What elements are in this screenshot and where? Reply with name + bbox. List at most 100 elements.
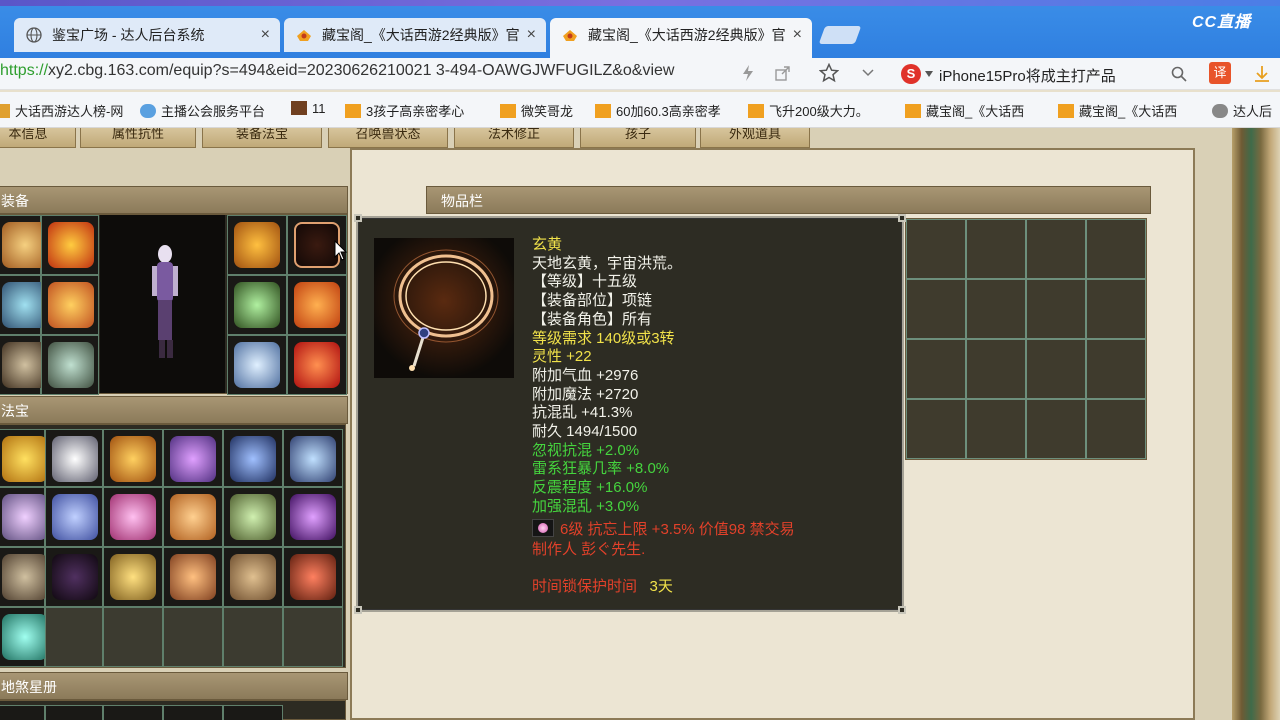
translate-button[interactable]: 译 <box>1209 62 1231 84</box>
fabao-slot[interactable] <box>103 547 163 607</box>
fabao-slot[interactable] <box>223 547 283 607</box>
bag-slot[interactable] <box>1086 279 1146 339</box>
star-slot[interactable] <box>163 705 223 720</box>
fabao-slot[interactable] <box>0 487 48 547</box>
item-name: 玄黄 <box>532 236 563 253</box>
bookmark-item[interactable]: 3孩子高亲密孝心 <box>345 101 464 120</box>
search-box[interactable]: S iPhone15Pro将成主打产品 <box>895 60 1195 88</box>
equip-slot-weapon[interactable] <box>0 275 48 335</box>
fabao-slot-empty[interactable] <box>103 607 163 667</box>
bookmark-item[interactable]: 达人后 <box>1212 101 1272 120</box>
bookmark-item[interactable]: 大话西游达人榜-网 <box>0 101 123 120</box>
fabao-slot-empty[interactable] <box>163 607 223 667</box>
equip-slot-crown[interactable] <box>41 215 99 275</box>
scroll-icon <box>52 494 98 540</box>
fabao-slot[interactable] <box>45 547 103 607</box>
bag-slot[interactable] <box>1026 279 1086 339</box>
bookmark-item[interactable]: 主播公会服务平台 <box>140 101 265 120</box>
bag-slot[interactable] <box>1026 399 1086 459</box>
bag-slot[interactable] <box>1026 219 1086 279</box>
fabao-slot[interactable] <box>103 487 163 547</box>
search-engine-logo-icon[interactable]: S <box>901 64 921 84</box>
star-slot[interactable] <box>0 705 45 720</box>
fabao-slot[interactable] <box>163 487 223 547</box>
tab-basic-info[interactable]: 本信息 <box>0 128 76 148</box>
tab-summon-status[interactable]: 召唤兽状态 <box>328 128 448 148</box>
bag-slot[interactable] <box>966 219 1026 279</box>
equip-slot-hat[interactable] <box>0 215 48 275</box>
tab-close-icon[interactable]: × <box>261 18 270 52</box>
equip-slot-mask[interactable] <box>227 215 287 275</box>
fabao-slot[interactable] <box>223 429 283 487</box>
bag-slot[interactable] <box>966 339 1026 399</box>
cloud-icon <box>234 342 280 388</box>
bag-slot[interactable] <box>966 279 1026 339</box>
download-icon[interactable] <box>1253 65 1271 83</box>
fabao-slot[interactable] <box>45 487 103 547</box>
fabao-slot[interactable] <box>103 429 163 487</box>
bag-slot[interactable] <box>1026 339 1086 399</box>
bag-slot[interactable] <box>906 339 966 399</box>
fabao-slot[interactable] <box>0 547 48 607</box>
fabao-slot[interactable] <box>163 429 223 487</box>
equip-slot-armor[interactable] <box>41 275 99 335</box>
gem-text: 6级 抗忘上限 +3.5% 价值98 禁交易 <box>560 520 795 538</box>
bag-slot[interactable] <box>1086 219 1146 279</box>
bag-slot[interactable] <box>906 399 966 459</box>
new-tab-button[interactable] <box>818 26 862 44</box>
fabao-slot[interactable] <box>283 547 343 607</box>
bookmark-item[interactable]: 藏宝阁_《大话西 <box>905 101 1024 120</box>
fabao-slot-empty[interactable] <box>45 607 103 667</box>
star-slot[interactable] <box>45 705 103 720</box>
equip-slot-medal[interactable] <box>287 335 347 395</box>
tab-close-icon[interactable]: × <box>527 18 536 52</box>
fabao-slot[interactable] <box>0 607 48 667</box>
bag-slot[interactable] <box>966 399 1026 459</box>
tab-equipment[interactable]: 装备法宝 <box>202 128 322 148</box>
equip-slot-bracelet[interactable] <box>227 275 287 335</box>
equip-slot-cloud[interactable] <box>227 335 287 395</box>
fabao-slot-empty[interactable] <box>223 607 283 667</box>
bookmark-item[interactable]: 藏宝阁_《大话西 <box>1058 101 1177 120</box>
bookmark-item[interactable]: 微笑哥龙 <box>500 101 573 120</box>
star-slot[interactable] <box>103 705 163 720</box>
bookmark-item[interactable]: 飞升200级大力。 <box>748 101 869 120</box>
fabao-slot[interactable] <box>45 429 103 487</box>
fabao-slot[interactable] <box>0 429 48 487</box>
game-icon <box>291 101 307 115</box>
equip-slot-ring[interactable] <box>0 335 48 395</box>
tab-attributes[interactable]: 属性抗性 <box>80 128 196 148</box>
item-description: 天地玄黄，宇宙洪荒。 <box>532 254 683 272</box>
fabao-slot[interactable] <box>223 487 283 547</box>
fabao-slot[interactable] <box>163 547 223 607</box>
fabao-slot[interactable] <box>283 487 343 547</box>
tab-spell-correction[interactable]: 法术修正 <box>454 128 574 148</box>
tab-cbg-1[interactable]: 藏宝阁_《大话西游2经典版》官 × <box>284 18 546 52</box>
bracelet-icon <box>234 282 280 328</box>
bookmark-item[interactable]: 60加60.3高亲密孝 <box>595 101 721 120</box>
bag-slot[interactable] <box>906 279 966 339</box>
tab-appearance[interactable]: 外观道具 <box>700 128 810 148</box>
cbg-logo-icon <box>297 30 311 41</box>
url-field[interactable]: https://xy2.cbg.163.com/equip?s=494&eid=… <box>0 62 728 80</box>
bag-slot[interactable] <box>1086 399 1146 459</box>
star-bookmark-icon[interactable] <box>819 63 839 83</box>
tab-cbg-2-active[interactable]: 藏宝阁_《大话西游2经典版》官 × <box>550 18 812 58</box>
fabao-slot[interactable] <box>283 429 343 487</box>
equip-slot-boots[interactable] <box>41 335 99 395</box>
chevron-down-icon[interactable] <box>862 68 874 78</box>
share-icon[interactable] <box>774 65 790 81</box>
tab-children[interactable]: 孩子 <box>580 128 696 148</box>
bag-slot[interactable] <box>906 219 966 279</box>
star-slot[interactable] <box>223 705 283 720</box>
lightning-icon[interactable] <box>741 65 755 81</box>
bookmark-item[interactable]: 11 <box>291 101 326 116</box>
fabao-slot-empty[interactable] <box>283 607 343 667</box>
search-icon[interactable] <box>1171 66 1187 82</box>
tab-jianbao[interactable]: 鉴宝广场 - 达人后台系统 × <box>14 18 280 52</box>
caret-down-icon[interactable] <box>925 71 933 77</box>
cbg-logo-icon <box>748 104 764 118</box>
equip-slot-orb[interactable] <box>287 275 347 335</box>
bag-slot[interactable] <box>1086 339 1146 399</box>
tab-close-icon[interactable]: × <box>793 18 802 52</box>
